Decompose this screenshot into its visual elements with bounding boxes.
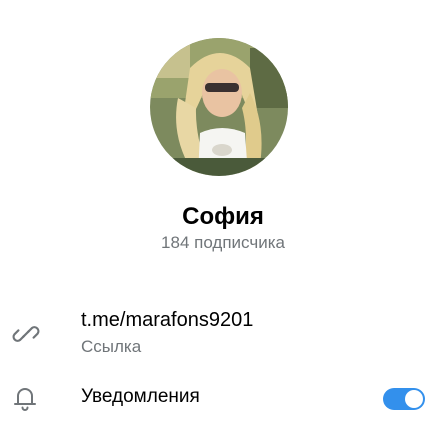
link-icon	[10, 318, 42, 350]
notifications-toggle[interactable]	[383, 388, 425, 410]
link-row[interactable]: t.me/marafons9201 Ссылка	[0, 300, 446, 366]
avatar-photo	[150, 38, 288, 176]
subscriber-count: 184 подписчика	[161, 233, 285, 252]
profile-avatar[interactable]	[150, 38, 288, 176]
link-caption: Ссылка	[81, 337, 142, 356]
profile-name: София	[182, 203, 264, 230]
notifications-label: Уведомления	[81, 386, 200, 407]
bell-icon	[10, 383, 40, 413]
toggle-knob	[405, 390, 423, 408]
notifications-row[interactable]: Уведомления	[0, 376, 446, 420]
channel-link[interactable]: t.me/marafons9201	[81, 308, 253, 332]
